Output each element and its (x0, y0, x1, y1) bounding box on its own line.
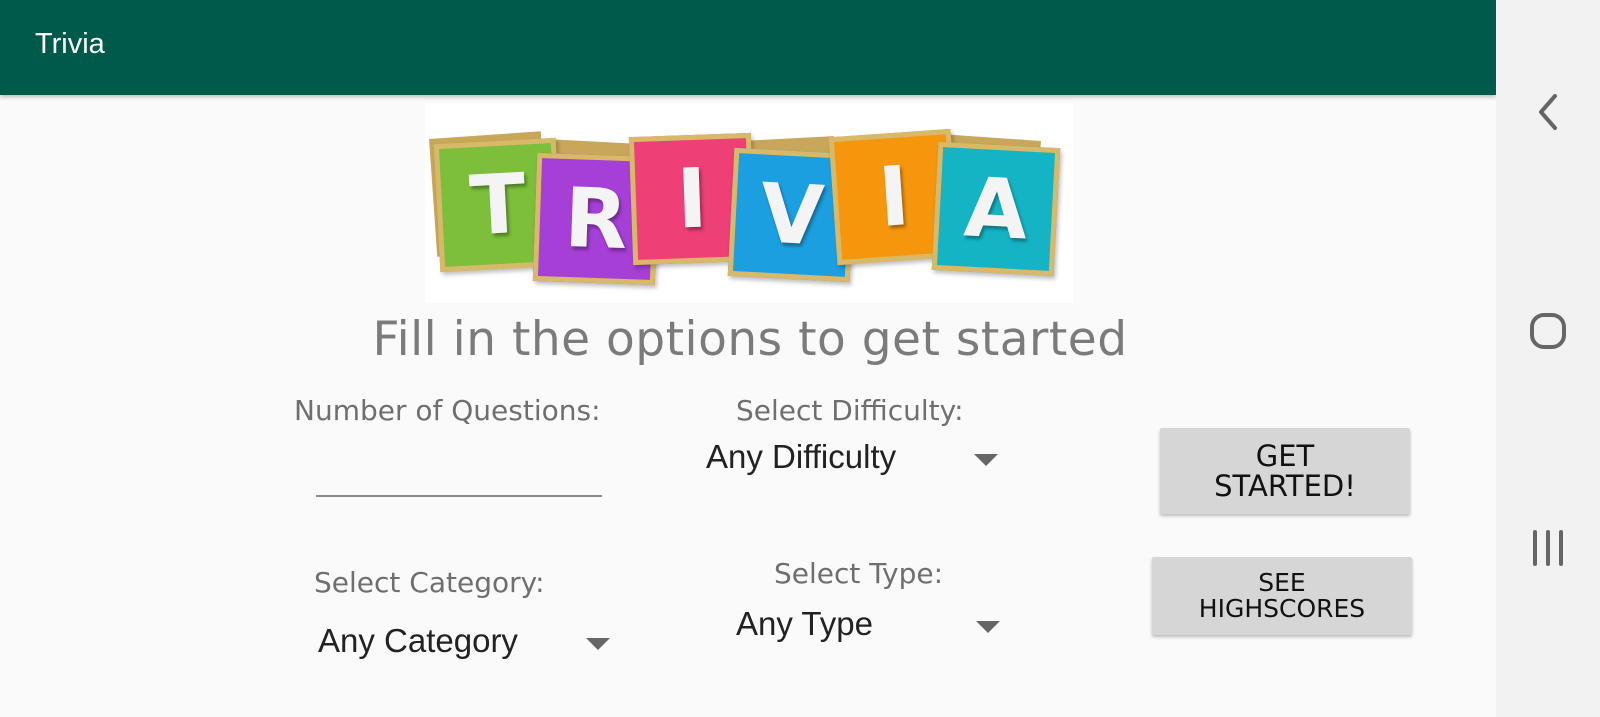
recents-icon (1533, 530, 1563, 566)
num-questions-underline (316, 495, 602, 497)
system-nav-bar (1496, 0, 1600, 717)
page-heading: Fill in the options to get started (372, 312, 1128, 367)
app-title: Trivia (35, 28, 105, 60)
highscores-line2: HIGHSCORES (1198, 594, 1366, 623)
type-value: Any Type (736, 605, 873, 642)
logo-tile-a: A (931, 141, 1061, 277)
back-icon (1539, 94, 1557, 130)
back-button[interactable] (1496, 72, 1600, 152)
type-spinner[interactable]: Any Type (730, 599, 1002, 649)
difficulty-value: Any Difficulty (706, 438, 897, 475)
difficulty-label: Select Difficulty: (736, 394, 964, 427)
get-started-line1: GET (1255, 438, 1315, 473)
home-button[interactable] (1496, 291, 1600, 371)
get-started-button[interactable]: GET STARTED! (1160, 428, 1410, 514)
chevron-down-icon (976, 621, 1000, 633)
app-bar: Trivia (0, 0, 1496, 95)
see-highscores-button[interactable]: SEE HIGHSCORES (1152, 557, 1412, 635)
chevron-down-icon (586, 638, 610, 650)
chevron-down-icon (974, 454, 998, 466)
difficulty-spinner[interactable]: Any Difficulty (700, 432, 1000, 482)
category-spinner[interactable]: Any Category (312, 616, 612, 666)
category-label: Select Category: (314, 566, 545, 599)
trivia-logo: T R I V I A (425, 103, 1073, 303)
num-questions-label: Number of Questions: (294, 394, 601, 427)
home-icon (1530, 313, 1566, 349)
category-value: Any Category (318, 622, 518, 659)
get-started-line2: STARTED! (1214, 469, 1356, 503)
recents-button[interactable] (1496, 508, 1600, 588)
type-label: Select Type: (774, 557, 944, 590)
highscores-line1: SEE (1258, 567, 1306, 597)
num-questions-input[interactable] (316, 452, 606, 494)
